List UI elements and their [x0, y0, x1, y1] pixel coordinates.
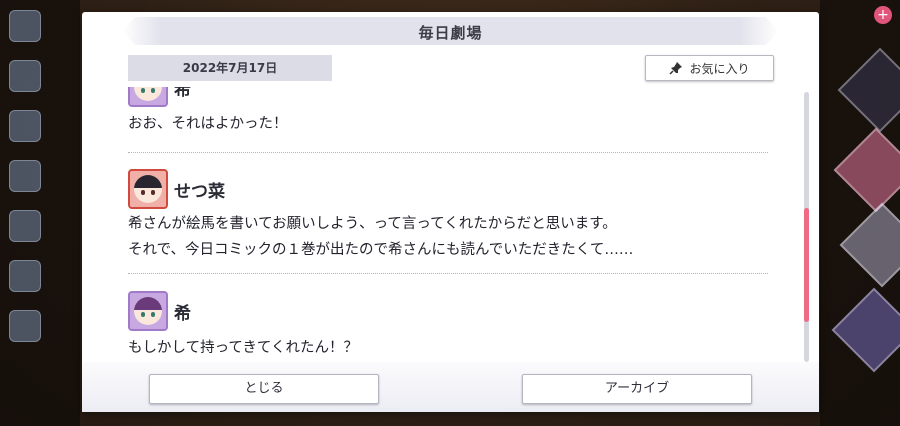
- archive-button[interactable]: アーカイブ: [522, 374, 752, 404]
- speaker-name: 希: [174, 87, 191, 100]
- present-icon[interactable]: [9, 110, 41, 142]
- message-line: おお、それはよかった！: [128, 116, 288, 132]
- scrollbar-thumb[interactable]: [804, 208, 809, 322]
- menu-tile[interactable]: [839, 202, 900, 288]
- gift-icon[interactable]: [9, 160, 41, 192]
- add-icon[interactable]: +: [874, 6, 892, 24]
- message-item: せつ菜 希さんが絵馬を書いてお願いしよう、って言ってくれたからだと思います。 そ…: [128, 169, 768, 263]
- menu-tile[interactable]: [837, 47, 900, 133]
- avatar-nozomi: [128, 87, 168, 107]
- monitor-icon[interactable]: [9, 210, 41, 242]
- speaker-row: 希: [128, 87, 768, 107]
- menu-tile[interactable]: [833, 127, 900, 213]
- left-menu-rail: [0, 0, 70, 426]
- trophy-icon[interactable]: [9, 260, 41, 292]
- menu-icon[interactable]: [9, 10, 41, 42]
- menu-tile[interactable]: [831, 287, 900, 373]
- message-line: もしかして持ってきてくれたん！？: [128, 340, 358, 356]
- message-divider: [128, 152, 768, 153]
- chat-icon[interactable]: [9, 60, 41, 92]
- speaker-row: 希: [128, 291, 768, 331]
- avatar-setsuna: [128, 169, 168, 209]
- dialog-title: 毎日劇場: [418, 24, 483, 42]
- message-divider: [128, 273, 768, 274]
- date-label: 2022年7月17日: [128, 55, 332, 81]
- message-line: それで、今日コミックの１巻が出たので希さんにも読んでいただきたくて……: [128, 242, 634, 258]
- speaker-row: せつ菜: [128, 169, 768, 209]
- right-side-menu: +: [818, 0, 900, 426]
- speaker-name: せつ菜: [174, 181, 225, 202]
- pin-icon: [669, 62, 683, 75]
- message-item: 希 もしかして持ってきてくれたん！？: [128, 291, 768, 361]
- conversation-log[interactable]: 希 おお、それはよかった！ せつ菜 希さんが絵馬を書いてお願いしよう、って言って…: [128, 87, 768, 367]
- favorite-button[interactable]: お気に入り: [645, 55, 774, 81]
- daily-theater-dialog: 毎日劇場 2022年7月17日 お気に入り 希 おお、それはよかった！ せつ菜 …: [82, 12, 819, 412]
- message-item: 希 おお、それはよかった！: [128, 87, 768, 137]
- avatar-nozomi: [128, 291, 168, 331]
- message-line: 希さんが絵馬を書いてお願いしよう、って言ってくれたからだと思います。: [128, 216, 617, 232]
- favorite-label: お気に入り: [689, 61, 750, 76]
- close-button[interactable]: とじる: [149, 374, 379, 404]
- fullscreen-icon[interactable]: [9, 310, 41, 342]
- speaker-name: 希: [174, 303, 191, 324]
